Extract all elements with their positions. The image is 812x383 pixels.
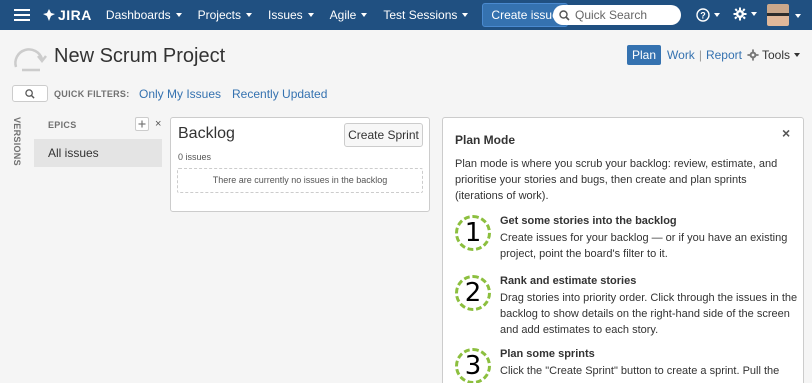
jira-logo[interactable]: JIRA <box>42 7 92 23</box>
quick-search-input[interactable]: Quick Search <box>553 5 681 25</box>
nav-dashboards-label: Dashboards <box>105 8 171 22</box>
mode-plan-button[interactable]: Plan <box>627 45 662 65</box>
quick-search-placeholder: Quick Search <box>575 8 648 22</box>
chevron-down-icon <box>245 13 252 17</box>
quick-filters-label: QUICK FILTERS: <box>54 89 130 99</box>
chevron-down-icon <box>794 53 801 57</box>
plan-mode-description: Plan mode is where you scrub your backlo… <box>455 158 778 202</box>
epics-label: EPICS <box>48 120 77 130</box>
mode-switch: Plan Work | Report <box>627 45 742 65</box>
help-icon: ? <box>696 8 710 22</box>
mode-separator: | <box>698 48 702 62</box>
nav-projects[interactable]: Projects <box>198 3 252 27</box>
step-number-badge: 1 <box>455 215 491 251</box>
filter-search-input[interactable] <box>12 85 48 102</box>
versions-tab[interactable]: VERSIONS <box>10 117 24 177</box>
gear-icon <box>733 7 747 21</box>
jira-logo-icon <box>43 9 55 21</box>
plus-icon <box>138 120 146 128</box>
nav-agile-label: Agile <box>329 8 357 22</box>
versions-label: VERSIONS <box>12 117 22 166</box>
step-title: Get some stories into the backlog <box>500 215 677 227</box>
nav-dashboards[interactable]: Dashboards <box>106 3 182 27</box>
chevron-down-icon <box>714 13 720 17</box>
close-plan-mode-button[interactable]: × <box>782 125 790 141</box>
menu-icon[interactable] <box>14 9 30 21</box>
backlog-panel: Backlog Create Sprint 0 issues There are… <box>170 117 430 212</box>
gear-icon <box>747 49 759 61</box>
nav-agile[interactable]: Agile <box>330 3 368 27</box>
backlog-title: Backlog <box>178 125 235 142</box>
create-sprint-button[interactable]: Create Sprint <box>344 123 423 147</box>
help-menu[interactable]: ? <box>696 8 720 22</box>
tools-menu[interactable]: Tools <box>747 48 801 62</box>
page-title: New Scrum Project <box>54 45 226 67</box>
chevron-down-icon <box>751 12 757 16</box>
add-epic-button[interactable] <box>135 117 149 131</box>
chevron-down-icon <box>307 13 314 17</box>
plan-mode-panel: Plan Mode × Plan mode is where you scrub… <box>442 117 804 383</box>
search-icon <box>25 88 35 99</box>
backlog-empty-message: There are currently no issues in the bac… <box>177 168 423 193</box>
nav-menu: Dashboards Projects Issues Agile Test Se… <box>106 3 568 27</box>
settings-menu[interactable] <box>733 7 757 21</box>
chevron-down-icon <box>361 13 368 17</box>
nav-issues-label: Issues <box>267 8 303 22</box>
top-nav: JIRA Dashboards Projects Issues Agile Te… <box>0 0 812 30</box>
user-avatar[interactable] <box>767 4 789 26</box>
filter-recently-updated[interactable]: Recently Updated <box>232 87 327 101</box>
nav-projects-label: Projects <box>197 8 241 22</box>
chevron-down-icon <box>462 13 469 17</box>
step-text: Click the "Create Sprint" button to crea… <box>500 365 780 377</box>
logo-text: JIRA <box>58 7 92 23</box>
tools-label: Tools <box>762 48 791 62</box>
chevron-down-icon <box>175 13 182 17</box>
nav-test-sessions-label: Test Sessions <box>383 8 458 22</box>
step-title: Rank and estimate stories <box>500 275 637 287</box>
plan-mode-title: Plan Mode <box>455 133 516 147</box>
all-issues-item[interactable]: All issues <box>34 139 162 167</box>
step-title: Plan some sprints <box>500 348 595 360</box>
close-epics-button[interactable]: × <box>155 118 161 130</box>
project-icon <box>12 43 48 76</box>
nav-test-sessions[interactable]: Test Sessions <box>383 3 469 27</box>
step-number-badge: 2 <box>455 275 491 311</box>
mode-work-link[interactable]: Work <box>667 48 695 62</box>
step-text: Create issues for your backlog — or if y… <box>500 232 788 260</box>
search-icon <box>559 9 570 21</box>
step-text: Drag stories into priority order. Click … <box>500 292 798 336</box>
filter-only-my-issues[interactable]: Only My Issues <box>139 87 221 101</box>
mode-report-link[interactable]: Report <box>706 48 742 62</box>
backlog-issue-count: 0 issues <box>178 152 212 162</box>
nav-issues[interactable]: Issues <box>268 3 314 27</box>
step-number-badge: 3 <box>455 348 491 383</box>
chevron-down-icon[interactable] <box>795 14 801 18</box>
svg-text:?: ? <box>700 11 706 21</box>
